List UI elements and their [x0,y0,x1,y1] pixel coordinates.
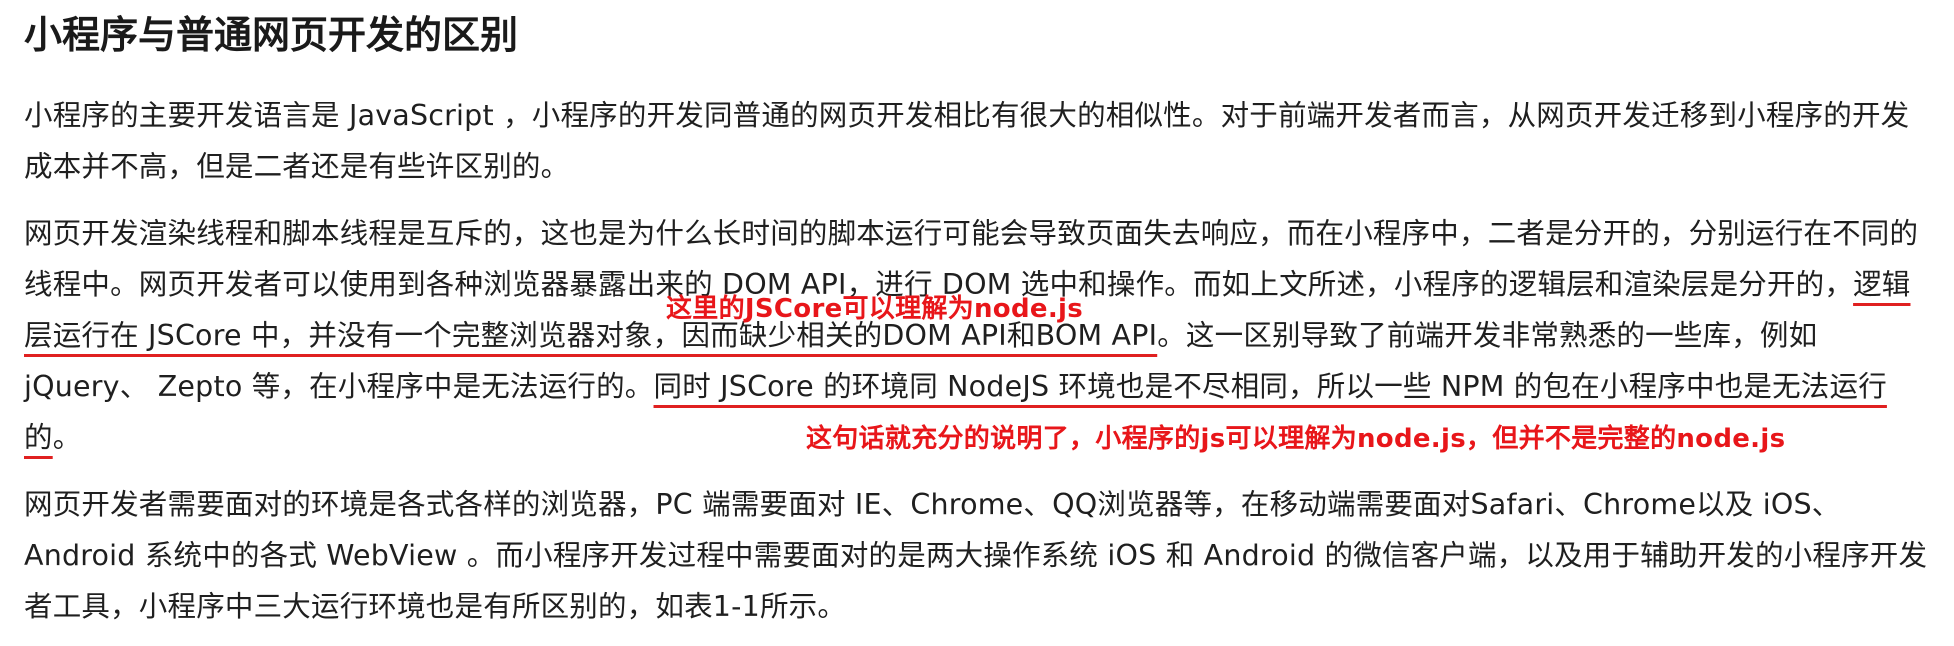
paragraph-threads-text-3: 。 [52,421,82,454]
paragraph-intro: 小程序的主要开发语言是 JavaScript ，小程序的开发同普通的网页开发相比… [24,99,1910,183]
annotation-jscore: 这里的JSCore可以理解为node.js [666,294,1083,324]
section-heading: 小程序与普通网页开发的区别 [24,13,519,57]
annotation-js-nodejs: 这句话就充分的说明了，小程序的js可以理解为node.js，但并不是完整的nod… [806,424,1786,454]
paragraph-environments: 网页开发者需要面对的环境是各式各样的浏览器，PC 端需要面对 IE、Chrome… [24,488,1928,623]
paragraph-threads-text-1: 网页开发渲染线程和脚本线程是互斥的，这也是为什么长时间的脚本运行可能会导致页面失… [24,217,1919,301]
